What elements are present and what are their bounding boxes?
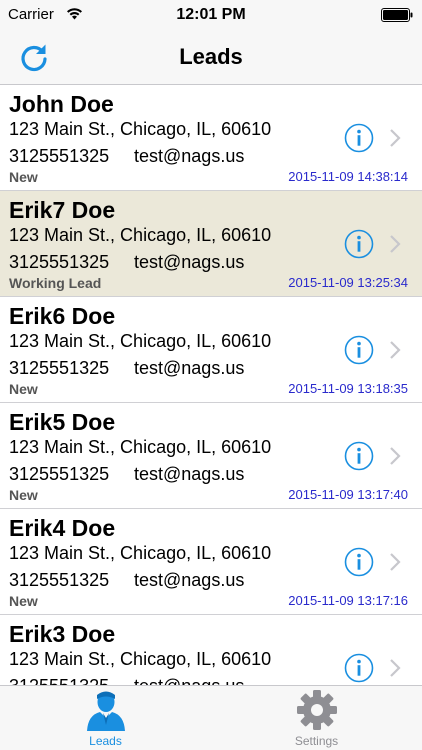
tab-label: Leads bbox=[89, 734, 122, 748]
lead-row[interactable]: Erik7 Doe 123 Main St., Chicago, IL, 606… bbox=[0, 191, 422, 297]
lead-phone: 3125551325 bbox=[9, 570, 110, 590]
info-icon[interactable] bbox=[344, 123, 374, 153]
lead-address: 123 Main St., Chicago, IL, 60610 bbox=[9, 225, 272, 245]
lead-status: New bbox=[9, 593, 38, 609]
person-icon bbox=[87, 691, 125, 731]
lead-phone: 3125551325 bbox=[9, 358, 110, 378]
lead-email: test@nags.us bbox=[134, 252, 245, 272]
status-time: 12:01 PM bbox=[176, 6, 246, 23]
lead-row[interactable]: John Doe 123 Main St., Chicago, IL, 6061… bbox=[0, 85, 422, 191]
tab-label: Settings bbox=[294, 734, 339, 748]
leads-list[interactable]: John Doe 123 Main St., Chicago, IL, 6061… bbox=[0, 85, 422, 685]
lead-address: 123 Main St., Chicago, IL, 60610 bbox=[9, 649, 272, 669]
lead-status: New bbox=[9, 381, 38, 397]
lead-row[interactable]: Erik6 Doe 123 Main St., Chicago, IL, 606… bbox=[0, 297, 422, 403]
info-icon[interactable] bbox=[344, 229, 374, 259]
navigation-bar: Leads bbox=[0, 30, 422, 85]
lead-status: Working Lead bbox=[9, 275, 102, 291]
tab-settings[interactable]: Settings bbox=[211, 686, 422, 750]
status-bar: Carrier 12:01 PM bbox=[0, 0, 422, 30]
lead-phone: 3125551325 bbox=[9, 676, 109, 685]
lead-email: test@nags.us bbox=[134, 676, 244, 685]
lead-status: New bbox=[9, 487, 38, 503]
chevron-right-icon bbox=[390, 341, 401, 359]
lead-date: 2015-11-09 13:17:16 bbox=[288, 593, 408, 608]
tab-bar: Leads Settings bbox=[0, 685, 422, 750]
lead-row[interactable]: Erik3 Doe 123 Main St., Chicago, IL, 606… bbox=[0, 615, 422, 685]
info-icon[interactable] bbox=[344, 441, 374, 471]
lead-date: 2015-11-09 13:17:40 bbox=[288, 487, 408, 502]
lead-name: Erik6 Doe bbox=[9, 303, 116, 329]
lead-address: 123 Main St., Chicago, IL, 60610 bbox=[9, 119, 272, 139]
lead-email: test@nags.us bbox=[134, 570, 245, 590]
lead-address: 123 Main St., Chicago, IL, 60610 bbox=[9, 543, 272, 563]
lead-phone: 3125551325 bbox=[9, 146, 110, 166]
lead-date: 2015-11-09 14:38:14 bbox=[288, 169, 408, 184]
info-icon[interactable] bbox=[344, 653, 374, 683]
chevron-right-icon bbox=[390, 129, 401, 147]
chevron-right-icon bbox=[390, 553, 401, 571]
chevron-right-icon bbox=[390, 235, 401, 253]
lead-date: 2015-11-09 13:25:34 bbox=[288, 275, 408, 290]
lead-phone: 3125551325 bbox=[9, 252, 110, 272]
lead-phone: 3125551325 bbox=[9, 464, 110, 484]
battery-icon bbox=[381, 8, 413, 22]
lead-date: 2015-11-09 13:18:35 bbox=[288, 381, 408, 396]
chevron-right-icon bbox=[390, 659, 401, 677]
page-title: Leads bbox=[179, 44, 243, 69]
info-icon[interactable] bbox=[344, 335, 374, 365]
info-icon[interactable] bbox=[344, 547, 374, 577]
lead-address: 123 Main St., Chicago, IL, 60610 bbox=[9, 437, 272, 457]
lead-name: John Doe bbox=[9, 91, 114, 117]
lead-name: Erik5 Doe bbox=[9, 409, 116, 435]
lead-name: Erik7 Doe bbox=[9, 197, 116, 223]
lead-row[interactable]: Erik4 Doe 123 Main St., Chicago, IL, 606… bbox=[0, 509, 422, 615]
lead-email: test@nags.us bbox=[134, 146, 245, 166]
chevron-right-icon bbox=[390, 447, 401, 465]
lead-status: New bbox=[9, 169, 38, 185]
lead-email: test@nags.us bbox=[134, 464, 245, 484]
lead-row[interactable]: Erik5 Doe 123 Main St., Chicago, IL, 606… bbox=[0, 403, 422, 509]
lead-name: Erik3 Doe bbox=[9, 621, 116, 647]
lead-name: Erik4 Doe bbox=[9, 515, 116, 541]
gear-icon bbox=[297, 690, 337, 730]
lead-email: test@nags.us bbox=[134, 358, 245, 378]
lead-address: 123 Main St., Chicago, IL, 60610 bbox=[9, 331, 272, 351]
tab-leads[interactable]: Leads bbox=[0, 686, 211, 750]
